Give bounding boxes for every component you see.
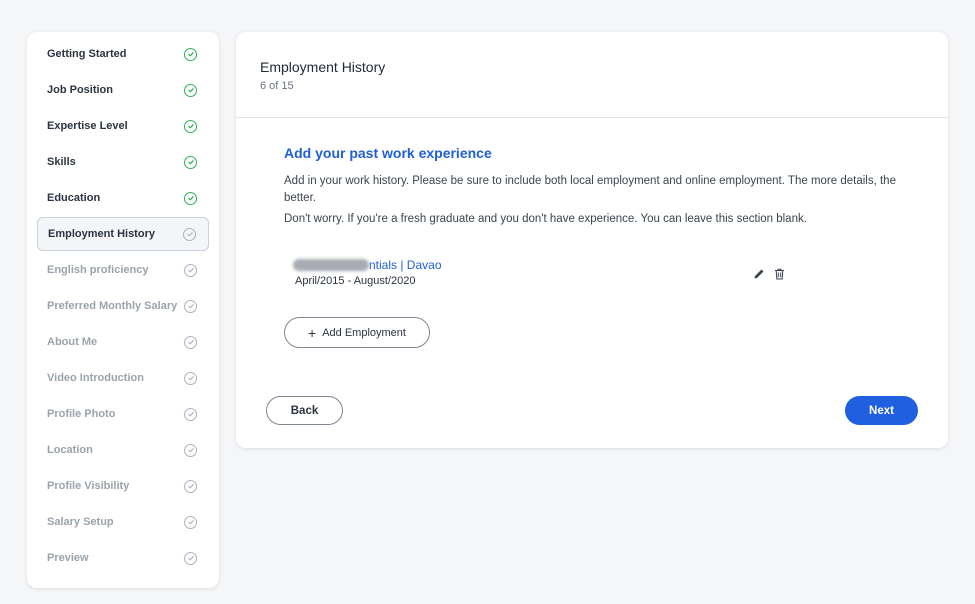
sidebar-item-label: Job Position [47,84,113,96]
check-circle-icon [184,371,197,385]
sidebar-item-label: About Me [47,336,98,348]
sidebar-item-english-proficiency[interactable]: English proficiency [37,252,209,288]
sidebar-item-preferred-monthly-salary[interactable]: Preferred Monthly Salary [37,288,209,324]
sidebar-item-preview[interactable]: Preview [37,540,209,576]
sidebar-item-video-introduction[interactable]: Video Introduction [37,360,209,396]
sidebar-item-location[interactable]: Location [37,432,209,468]
sidebar-item-label: English proficiency [47,264,149,276]
sidebar-item-expertise-level[interactable]: Expertise Level [37,108,209,144]
check-circle-icon [184,119,197,133]
employment-history-card: Employment History 6 of 15 Add your past… [236,32,948,448]
check-circle-icon [183,227,196,241]
sidebar-item-job-position[interactable]: Job Position [37,72,209,108]
check-circle-icon [184,299,197,313]
sidebar-item-label: Expertise Level [47,120,128,132]
add-employment-button[interactable]: + Add Employment [284,317,430,348]
plus-icon: + [308,324,317,341]
sidebar-item-label: Profile Visibility [47,480,130,492]
sidebar-item-label: Employment History [48,228,155,240]
sidebar-item-employment-history[interactable]: Employment History [37,217,209,251]
pencil-icon[interactable] [751,266,767,282]
step-sidebar: Getting Started Job Position Expertise L… [27,32,219,588]
sidebar-item-salary-setup[interactable]: Salary Setup [37,504,209,540]
trash-icon[interactable] [771,266,787,282]
page-title: Employment History [260,59,386,75]
check-circle-icon [184,335,197,349]
sidebar-item-label: Salary Setup [47,516,114,528]
sidebar-item-skills[interactable]: Skills [37,144,209,180]
check-circle-icon [184,479,197,493]
step-counter: 6 of 15 [260,80,294,92]
add-employment-label: Add Employment [322,326,406,339]
check-circle-icon [184,47,197,61]
section-description: Add in your work history. Please be sure… [284,173,904,228]
check-circle-icon [184,407,197,421]
check-circle-icon [184,515,197,529]
description-paragraph: Add in your work history. Please be sure… [284,175,896,204]
check-circle-icon [184,155,197,169]
section-title: Add your past work experience [284,145,492,161]
employment-entry: ntials | Davao April/2015 - August/2020 [293,258,795,287]
sidebar-item-label: Preview [47,552,89,564]
back-button[interactable]: Back [266,396,343,425]
employment-title: ntials | Davao [293,258,795,272]
sidebar-item-about-me[interactable]: About Me [37,324,209,360]
description-paragraph: Don't worry. If you're a fresh graduate … [284,213,807,225]
employment-dates: April/2015 - August/2020 [295,275,416,287]
check-circle-icon [184,443,197,457]
sidebar-item-label: Video Introduction [47,372,144,384]
redacted-text [293,259,369,271]
next-button[interactable]: Next [845,396,918,425]
sidebar-item-label: Skills [47,156,76,168]
check-circle-icon [184,83,197,97]
sidebar-item-profile-photo[interactable]: Profile Photo [37,396,209,432]
check-circle-icon [184,191,197,205]
check-circle-icon [184,551,197,565]
sidebar-item-label: Preferred Monthly Salary [47,300,178,312]
sidebar-item-profile-visibility[interactable]: Profile Visibility [37,468,209,504]
sidebar-item-getting-started[interactable]: Getting Started [37,36,209,72]
sidebar-item-label: Profile Photo [47,408,116,420]
sidebar-item-label: Education [47,192,101,204]
sidebar-item-label: Getting Started [47,48,127,60]
check-circle-icon [184,263,197,277]
sidebar-item-education[interactable]: Education [37,180,209,216]
sidebar-item-label: Location [47,444,93,456]
card-header: Employment History 6 of 15 [236,32,948,118]
